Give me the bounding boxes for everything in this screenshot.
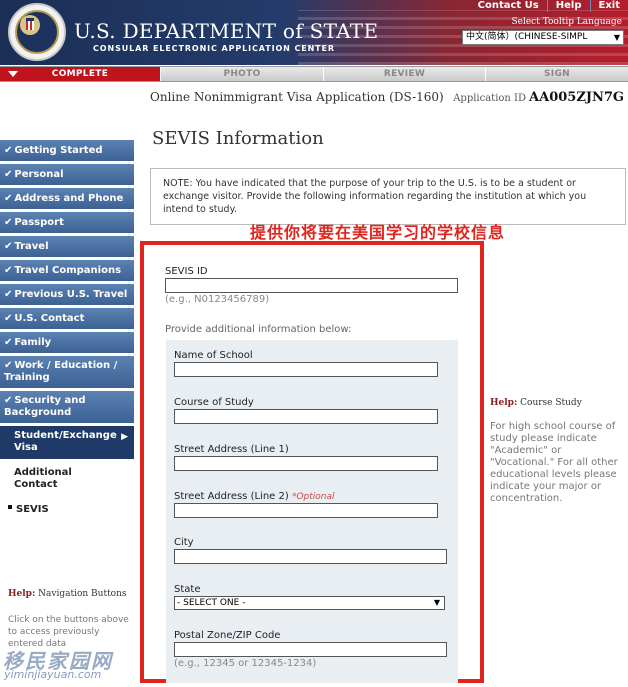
sidebar-item-personal[interactable]: ✔ Personal — [0, 164, 134, 186]
progress-bar: COMPLETE PHOTO REVIEW SIGN — [0, 66, 628, 82]
page-title: SEVIS Information — [152, 128, 324, 149]
chevron-down-icon: ▼ — [433, 598, 440, 607]
student-note: NOTE: You have indicated that the purpos… — [150, 168, 626, 225]
tooltip-language-label: Select Tooltip Language — [511, 17, 622, 27]
exit-link[interactable]: Exit — [589, 0, 628, 12]
sidebar-item-work-education[interactable]: ✔ Work / Education / Training — [0, 356, 134, 389]
department-subtitle: CONSULAR ELECTRONIC APPLICATION CENTER — [93, 44, 335, 53]
annotation-label: 提供你将要在美国学习的学校信息 — [250, 223, 506, 242]
state-department-seal-icon — [8, 3, 66, 61]
sidebar-item-address-phone[interactable]: ✔ Address and Phone — [0, 188, 134, 210]
top-links: Contact Us Help Exit — [470, 0, 628, 12]
sidebar-subitem-sevis[interactable]: SEVIS — [16, 504, 49, 516]
sevis-id-hint: (e.g., N0123456789) — [165, 294, 270, 305]
language-selected-value: 中文(简体）(CHINESE-SIMPL — [466, 32, 588, 42]
school-name-input[interactable] — [174, 362, 438, 377]
check-icon: ✔ — [4, 395, 13, 406]
sidebar-item-security[interactable]: ✔ Security and Background — [0, 391, 134, 424]
check-icon: ✔ — [4, 169, 13, 180]
page: U.S. DEPARTMENT of STATE CONSULAR ELECTR… — [0, 0, 628, 687]
step-complete: COMPLETE — [0, 67, 160, 81]
sidebar-item-getting-started[interactable]: ✔ Getting Started — [0, 140, 134, 162]
state-label: State — [174, 584, 201, 595]
contact-us-link[interactable]: Contact Us — [470, 0, 547, 12]
check-icon: ✔ — [4, 337, 13, 348]
check-icon: ✔ — [4, 313, 13, 324]
zip-input[interactable] — [174, 642, 447, 657]
check-icon: ✔ — [4, 265, 13, 276]
sevis-id-label: SEVIS ID — [165, 266, 208, 277]
sidebar-subitem-additional-contact[interactable]: Additional Contact — [14, 467, 114, 491]
sidebar-item-family[interactable]: ✔ Family — [0, 332, 134, 354]
check-icon: ✔ — [4, 289, 13, 300]
city-label: City — [174, 537, 194, 548]
help-course-text: For high school course of study please i… — [490, 421, 618, 504]
course-input[interactable] — [174, 409, 438, 424]
check-icon: ✔ — [4, 193, 13, 204]
application-id-value: AA005ZJN7G — [529, 90, 624, 105]
zip-label: Postal Zone/ZIP Code — [174, 630, 281, 641]
department-title: U.S. DEPARTMENT of STATE — [74, 19, 379, 43]
sidebar-item-us-contact[interactable]: ✔ U.S. Contact — [0, 308, 134, 330]
sidebar-item-previous-us-travel[interactable]: ✔ Previous U.S. Travel — [0, 284, 134, 306]
sidebar-item-travel-companions[interactable]: ✔ Travel Companions — [0, 260, 134, 282]
step-review: REVIEW — [323, 67, 485, 81]
caret-right-icon: ▶ — [121, 432, 128, 442]
step-sign: SIGN — [485, 67, 628, 81]
check-icon: ✔ — [4, 241, 13, 252]
check-icon: ✔ — [4, 360, 13, 371]
street2-label: Street Address (Line 2) *Optional — [174, 491, 335, 502]
tooltip-language-select[interactable]: 中文(简体）(CHINESE-SIMPL ▼ — [462, 30, 624, 45]
help-link[interactable]: Help — [546, 0, 590, 12]
site-header: U.S. DEPARTMENT of STATE CONSULAR ELECTR… — [0, 0, 628, 65]
school-name-label: Name of School — [174, 350, 253, 361]
chevron-down-icon: ▼ — [613, 33, 620, 42]
sidebar-item-travel[interactable]: ✔ Travel — [0, 236, 134, 258]
state-select[interactable]: - SELECT ONE - ▼ — [174, 596, 445, 610]
zip-hint: (e.g., 12345 or 12345-1234) — [174, 658, 317, 669]
city-input[interactable] — [174, 549, 447, 564]
check-icon: ✔ — [4, 145, 13, 156]
help-course-title: Help: Course Study — [490, 398, 582, 408]
caret-down-icon — [8, 71, 18, 77]
help-navigation-title: Help: Navigation Buttons — [8, 589, 127, 599]
street1-input[interactable] — [174, 456, 438, 471]
additional-info-prompt: Provide additional information below: — [165, 324, 352, 335]
current-bullet-icon — [8, 505, 12, 509]
street1-label: Street Address (Line 1) — [174, 444, 289, 455]
application-title: Online Nonimmigrant Visa Application (DS… — [150, 90, 444, 104]
watermark-url: yiminjiayuan.com — [4, 668, 102, 681]
sidebar-item-passport[interactable]: ✔ Passport — [0, 212, 134, 234]
application-id: Application ID AA005ZJN7G — [453, 90, 624, 105]
step-photo: PHOTO — [160, 67, 323, 81]
check-icon: ✔ — [4, 217, 13, 228]
sidebar-item-student-exchange[interactable]: Student/Exchange Visa ▶ — [0, 426, 134, 459]
street2-input[interactable] — [174, 503, 438, 518]
optional-tag: *Optional — [291, 492, 335, 502]
sevis-id-input[interactable] — [165, 278, 458, 293]
course-label: Course of Study — [174, 397, 254, 408]
